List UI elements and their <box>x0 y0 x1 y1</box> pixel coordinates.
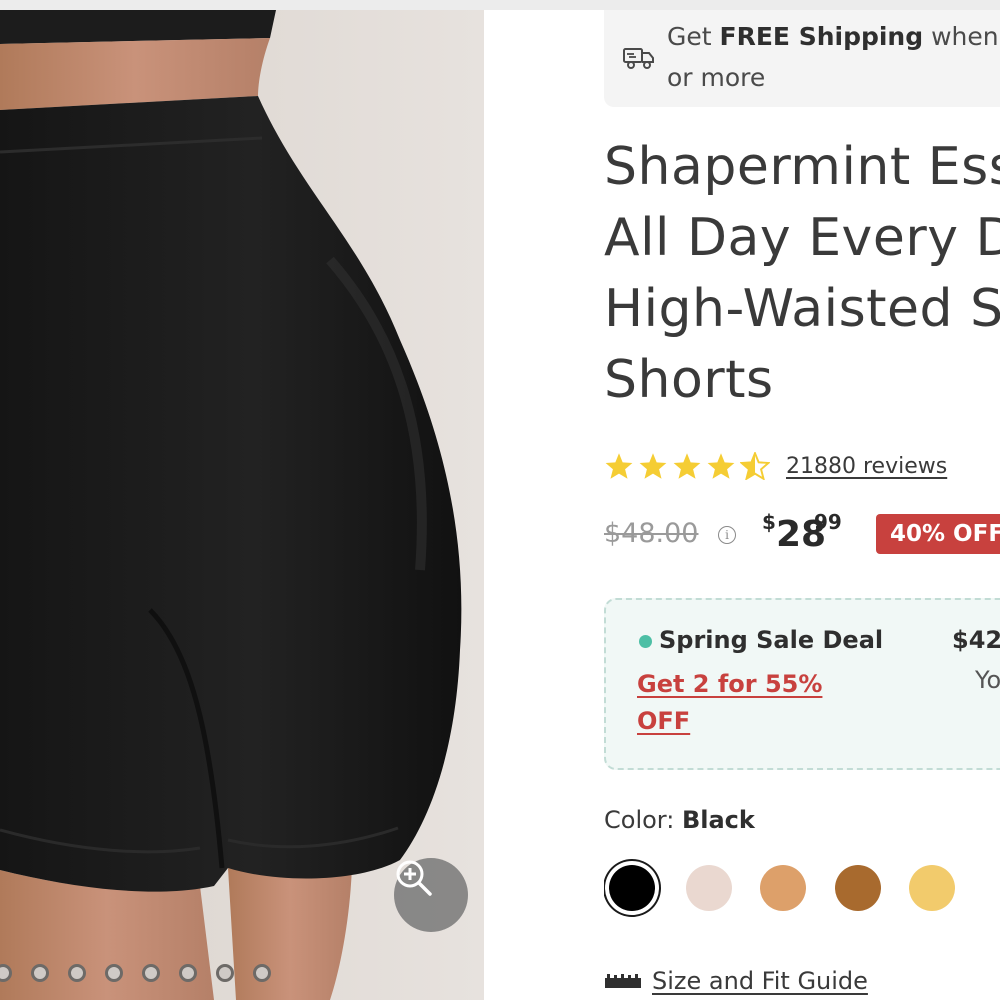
spring-sale-deal[interactable]: Spring Sale Deal Get 2 for 55% OFF $42 Y… <box>604 598 1000 770</box>
original-price: $48.00 <box>604 518 699 549</box>
swatch-black[interactable] <box>609 865 655 911</box>
color-label-prefix: Color: <box>604 806 675 834</box>
price-row: $48.00 i $ 28 99 40% OFF <box>604 508 1000 558</box>
gallery-dot[interactable] <box>142 964 160 982</box>
product-title-line: Shapermint Esse <box>604 137 1000 197</box>
zoom-in-icon <box>396 860 432 896</box>
product-info: Get FREE Shipping when yo or more Shaper… <box>604 10 1000 1000</box>
gallery-dot[interactable] <box>0 964 12 982</box>
info-icon[interactable]: i <box>718 526 736 544</box>
star-icon <box>707 453 735 479</box>
gallery-dot[interactable] <box>216 964 234 982</box>
product-photo-illustration <box>0 10 462 1000</box>
zoom-button[interactable] <box>394 858 468 932</box>
size-fit-guide-label: Size and Fit Guide <box>652 967 868 995</box>
size-fit-guide-link[interactable]: Size and Fit Guide <box>604 967 868 995</box>
star-rating <box>604 452 770 480</box>
shipping-free-label: FREE Shipping <box>719 22 924 51</box>
deal-status-dot <box>639 635 652 648</box>
product-title-line: Shorts <box>604 350 774 410</box>
deal-offer-link[interactable]: Get 2 for 55% OFF <box>637 666 837 740</box>
price-currency: $ <box>762 510 776 534</box>
selected-color: Black <box>681 806 755 834</box>
gallery-dot[interactable] <box>105 964 123 982</box>
truck-icon <box>623 48 654 69</box>
ruler-icon <box>605 974 641 988</box>
swatch-nude[interactable] <box>760 865 806 911</box>
product-title: Shapermint Esse All Day Every Da High-Wa… <box>604 132 1000 416</box>
gallery-pagination <box>0 964 271 982</box>
product-title-line: All Day Every Da <box>604 208 1000 268</box>
gallery-dot[interactable] <box>253 964 271 982</box>
free-shipping-banner: Get FREE Shipping when yo or more <box>604 10 1000 107</box>
gallery-dot[interactable] <box>31 964 49 982</box>
deal-price: $42 <box>952 626 1000 654</box>
shipping-text: Get FREE Shipping when yo or more <box>667 16 1000 98</box>
shipping-line-2: or more <box>667 63 766 92</box>
star-icon <box>673 453 701 479</box>
gallery-dot[interactable] <box>179 964 197 982</box>
swatch-brown[interactable] <box>835 865 881 911</box>
product-title-line: High-Waisted S <box>604 279 1000 339</box>
shipping-suffix: when yo <box>931 22 1000 51</box>
gallery-dot[interactable] <box>68 964 86 982</box>
swatch-yellow[interactable] <box>909 865 955 911</box>
star-half-icon <box>740 452 770 480</box>
reviews-link[interactable]: 21880 reviews <box>786 454 947 479</box>
rating-row: 21880 reviews <box>604 450 947 482</box>
price-cents: 99 <box>814 510 842 534</box>
product-image[interactable] <box>0 10 484 1000</box>
swatch-blush[interactable] <box>686 865 732 911</box>
discount-badge: 40% OFF <box>876 514 1000 554</box>
shipping-prefix: Get <box>667 22 720 51</box>
deal-title: Spring Sale Deal <box>659 626 884 654</box>
color-label: Color: Black <box>604 806 755 834</box>
star-icon <box>639 453 667 479</box>
color-swatches <box>604 856 1000 920</box>
deal-savings: Yo <box>975 666 1000 694</box>
top-strip <box>0 0 1000 10</box>
star-icon <box>605 453 633 479</box>
